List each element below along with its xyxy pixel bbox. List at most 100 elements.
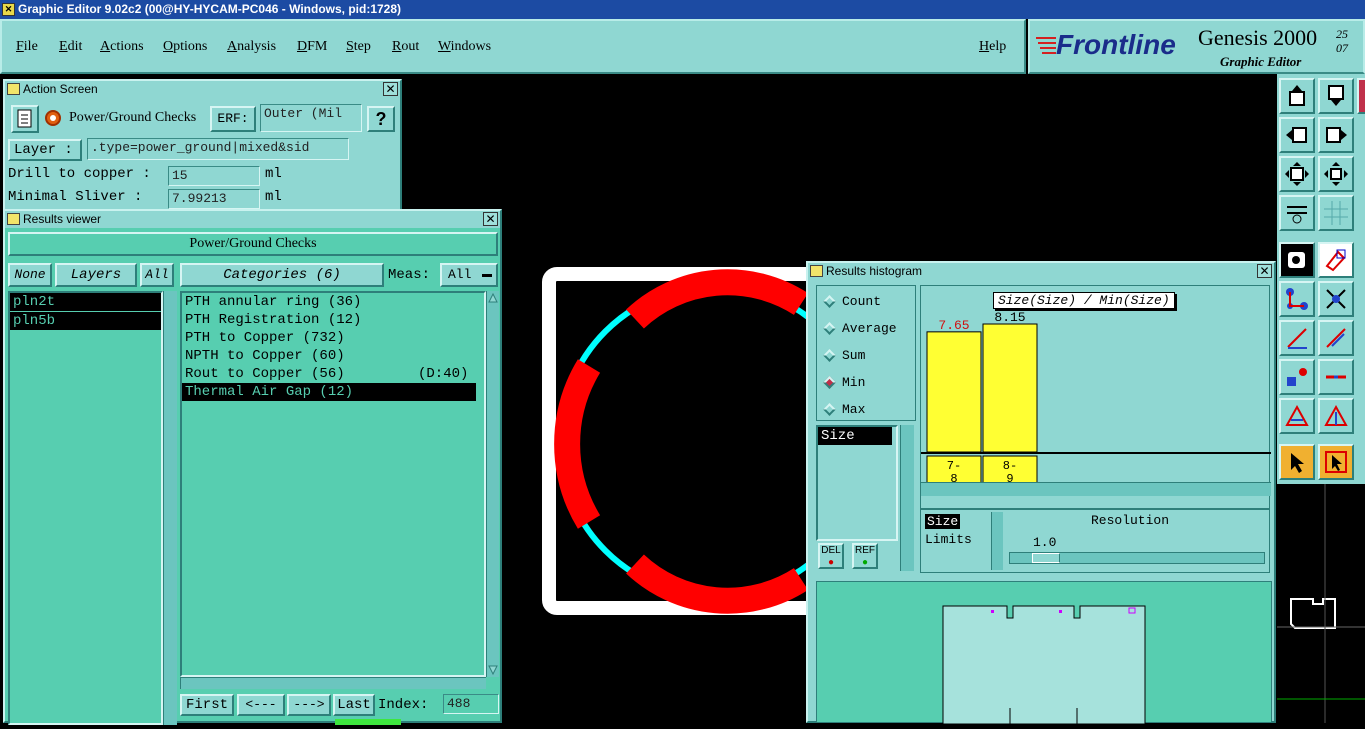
all-layers-button[interactable]: All [140,263,174,287]
category-item[interactable]: PTH to Copper (732) [182,329,484,347]
radio-icon [823,403,836,416]
results-header: Power/Ground Checks [8,232,498,256]
window-menu-icon[interactable] [810,265,823,277]
select-arrow-icon[interactable] [1279,444,1315,480]
tool-line-icon[interactable] [1279,320,1315,356]
resolution-slider[interactable] [1009,552,1265,564]
categories-list[interactable]: PTH annular ring (36) PTH Registration (… [180,291,486,677]
mode-max[interactable]: Max [823,402,865,417]
window-menu-icon[interactable] [7,213,20,225]
close-button[interactable]: ✕ [1257,264,1272,278]
resolution-label: Resolution [1091,513,1170,528]
menu-analysis[interactable]: Analysis [227,39,276,55]
meas-dropdown[interactable]: All [440,263,498,287]
prev-button[interactable]: <--- [237,694,285,716]
field-item[interactable]: Size [818,427,892,445]
action-screen-titlebar: Action Screen ✕ [5,81,400,98]
del-button[interactable]: DEL ● [818,543,844,569]
layer-field[interactable]: .type=power_ground|mixed&sid [87,138,349,160]
chart-hscrollbar[interactable] [921,482,1271,496]
tool-hline-icon[interactable] [1318,359,1354,395]
tool-triangle-icon[interactable] [1279,398,1315,434]
mode-average[interactable]: Average [823,321,897,336]
doc-icon[interactable] [11,105,39,133]
close-button[interactable]: ✕ [383,82,398,96]
histogram-bar[interactable] [982,323,1038,453]
tool-edit-shape-icon[interactable] [1318,242,1354,278]
ref-button[interactable]: REF ● [852,543,878,569]
limits-scrollbar[interactable] [991,512,1003,570]
tool-left-icon[interactable] [1279,117,1315,153]
index-field[interactable]: 488 [443,694,499,714]
limits-label[interactable]: Limits [925,532,972,547]
drill-field[interactable]: 15 [168,166,260,186]
menu-windows[interactable]: Windows [438,39,491,55]
meas-label: Meas: [388,267,431,283]
tool-pad-icon[interactable] [1279,242,1315,278]
tool-triangle2-icon[interactable] [1318,398,1354,434]
menu-dfm[interactable]: DFM [297,39,327,55]
category-item[interactable]: PTH Registration (12) [182,311,484,329]
index-label: Index: [378,697,429,713]
category-item[interactable]: Rout to Copper (56) (D:40) [182,365,484,383]
category-item-selected[interactable]: Thermal Air Gap (12) [182,383,476,401]
histogram-bar[interactable] [926,331,982,453]
tool-cross-icon[interactable] [1318,281,1354,317]
tool-right-icon[interactable] [1318,117,1354,153]
categories-button[interactable]: Categories (6) [180,263,384,287]
layers-list[interactable]: pln2t pln5b [8,291,163,725]
tool-settings-icon[interactable] [1279,195,1315,231]
erf-button[interactable]: ERF: [210,106,256,132]
slider-thumb[interactable] [1032,553,1060,563]
mode-sum[interactable]: Sum [823,348,865,363]
menu-rout[interactable]: Rout [392,39,419,55]
preview-panel [816,581,1272,725]
menu-step[interactable]: Step [346,39,371,55]
menu-help[interactable]: Help [979,39,1006,55]
tool-pads-icon[interactable] [1279,359,1315,395]
close-button[interactable]: ✕ [483,212,498,226]
tool-fit-icon[interactable] [1279,156,1315,192]
sliver-field[interactable]: 7.99213 [168,189,260,209]
tool-up-icon[interactable] [1279,78,1315,114]
first-button[interactable]: First [180,694,234,716]
window-menu-icon[interactable] [7,83,20,95]
overview-map[interactable] [1277,484,1365,723]
resolution-panel: Size Limits Resolution 1.0 [920,509,1270,573]
radio-icon [823,295,836,308]
layers-scrollbar[interactable] [163,291,177,725]
mode-count[interactable]: Count [823,294,881,309]
categories-hscrollbar[interactable] [180,677,486,689]
tool-down-icon[interactable] [1318,78,1354,114]
category-item[interactable]: NPTH to Copper (60) [182,347,484,365]
help-question-button[interactable]: ? [367,106,395,132]
size-label[interactable]: Size [925,514,961,529]
layer-button[interactable]: Layer : [8,139,82,161]
layer-item[interactable]: pln2t [10,293,161,311]
tool-network-icon[interactable] [1279,281,1315,317]
mode-min[interactable]: Min [823,375,865,390]
last-button[interactable]: Last [333,694,375,716]
field-scrollbar[interactable] [900,425,914,571]
next-button[interactable]: ---> [287,694,331,716]
layers-button[interactable]: Layers [55,263,137,287]
brand-logo: Frontline [1056,29,1176,60]
tool-grid-icon[interactable] [1318,195,1354,231]
tool-center-icon[interactable] [1318,156,1354,192]
menu-file[interactable]: File [16,39,38,55]
menu-actions[interactable]: Actions [100,39,144,55]
erf-field[interactable]: Outer (Mil [260,104,362,132]
gear-icon [43,108,63,128]
category-item[interactable]: PTH annular ring (36) [182,293,484,311]
menu-edit[interactable]: Edit [59,39,82,55]
bar-value-label: 7.65 [938,318,969,333]
select-box-icon[interactable] [1318,444,1354,480]
tool-diagonal-icon[interactable] [1318,320,1354,356]
menu-options[interactable]: Options [163,39,207,55]
action-name: Power/Ground Checks [69,110,197,125]
categories-scrollbar[interactable] [486,291,499,677]
layer-item[interactable]: pln5b [10,312,161,330]
tool-partial-icon[interactable] [1357,78,1365,114]
field-list[interactable]: Size [816,425,898,541]
none-button[interactable]: None [8,263,52,287]
